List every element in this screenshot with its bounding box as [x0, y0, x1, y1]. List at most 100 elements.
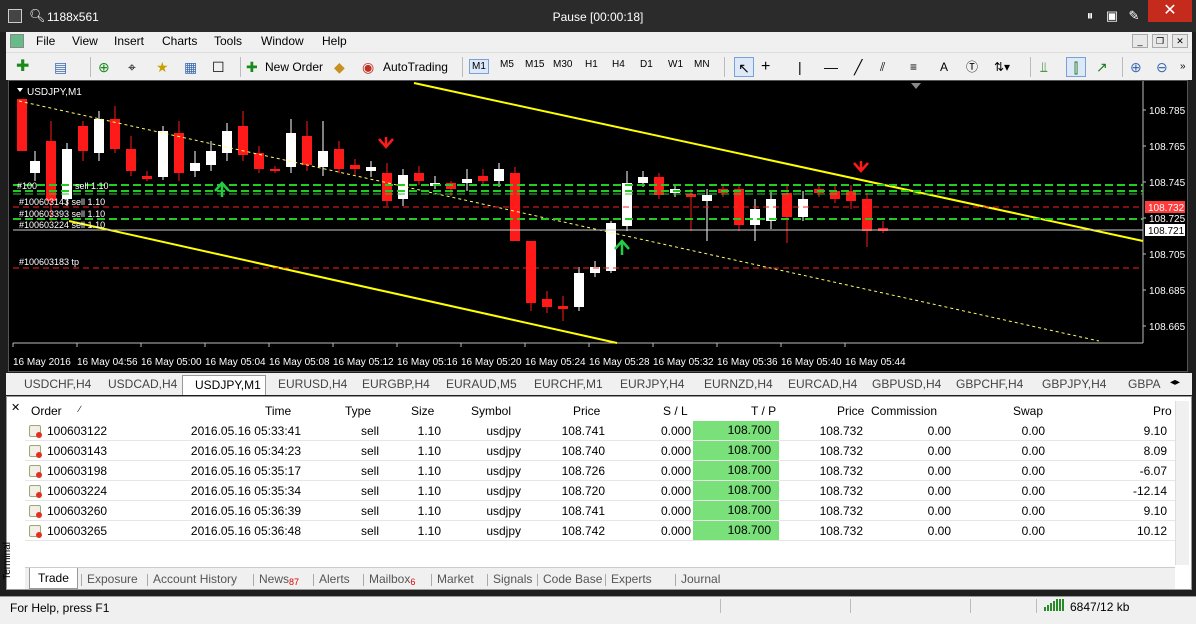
terminal-tab[interactable]: Exposure: [87, 572, 138, 586]
zoom-out-icon[interactable]: ⊖: [1156, 57, 1168, 77]
table-row[interactable]: 100603260 2016.05.16 05:36:39 sell 1.10 usdj…: [25, 501, 1175, 521]
chart-tab[interactable]: USDCAD,H4: [96, 375, 182, 395]
table-row[interactable]: 100603224 2016.05.16 05:35:34 sell 1.10 usdj…: [25, 481, 1175, 501]
trendline-icon[interactable]: ╱: [854, 57, 862, 77]
terminal-tab[interactable]: News87: [259, 572, 299, 587]
cell-tp[interactable]: 108.700: [693, 521, 779, 540]
cell-tp[interactable]: 108.700: [693, 501, 779, 520]
close-chart-button[interactable]: ✕: [1172, 34, 1188, 48]
menu-insert[interactable]: Insert: [114, 34, 144, 48]
line-chart-icon[interactable]: ↗: [1096, 57, 1108, 77]
timeframe-m1[interactable]: M1: [469, 59, 489, 74]
terminal-tab[interactable]: Alerts: [319, 572, 350, 586]
metaeditor-icon[interactable]: ◆: [334, 57, 345, 77]
chart-tab[interactable]: EURCAD,H4: [776, 375, 860, 395]
data-window-icon[interactable]: ★: [156, 57, 169, 77]
pause-icon[interactable]: ⏸: [1082, 8, 1098, 24]
chart-tab[interactable]: GBPUSD,H4: [860, 375, 944, 395]
col-order[interactable]: Order: [31, 404, 62, 418]
timeframe-d1[interactable]: D1: [640, 59, 653, 70]
terminal-tab[interactable]: Trade: [29, 568, 78, 589]
chart-tab[interactable]: EURNZD,H4: [692, 375, 776, 395]
terminal-tab[interactable]: Account History: [153, 572, 237, 586]
timeframe-h4[interactable]: H4: [612, 59, 625, 70]
text-tool-icon[interactable]: A: [940, 57, 948, 77]
new-chart-icon[interactable]: ✚: [16, 57, 29, 77]
market-watch-icon[interactable]: ⊕: [98, 57, 110, 77]
terminal-tab[interactable]: Mailbox6: [369, 572, 415, 587]
col-profit[interactable]: Pro: [1153, 404, 1172, 418]
timeframe-h1[interactable]: H1: [585, 59, 598, 70]
terminal-scrollbar[interactable]: [1175, 401, 1189, 565]
close-icon[interactable]: ✕: [1148, 0, 1192, 22]
col-swap[interactable]: Swap: [1013, 404, 1043, 418]
cell-tp[interactable]: 108.700: [693, 461, 779, 480]
strategy-tester-icon[interactable]: ☐: [212, 57, 225, 77]
zoom-in-icon[interactable]: ⊕: [1130, 57, 1142, 77]
terminal-tab[interactable]: Market: [437, 572, 474, 586]
pen-icon[interactable]: ✎: [1126, 8, 1142, 24]
table-row[interactable]: 100603198 2016.05.16 05:35:17 sell 1.10 usdj…: [25, 461, 1175, 481]
timeframe-m5[interactable]: M5: [500, 59, 514, 70]
new-order-button[interactable]: New Order: [265, 57, 323, 77]
camera-icon[interactable]: ▣: [1104, 8, 1120, 24]
cell-tp[interactable]: 108.700: [693, 441, 779, 460]
tab-scroll-icon[interactable]: ◂▸: [1170, 377, 1180, 388]
col-tp[interactable]: T / P: [751, 404, 776, 418]
autotrading-icon[interactable]: ◉: [362, 57, 374, 77]
cursor-icon[interactable]: ↖: [734, 57, 754, 77]
crosshair-icon[interactable]: +: [761, 57, 770, 77]
table-row[interactable]: 100603143 2016.05.16 05:34:23 sell 1.10 usdj…: [25, 441, 1175, 461]
candlestick-icon[interactable]: ⫿: [1066, 57, 1086, 77]
fibonacci-icon[interactable]: ≡: [910, 57, 917, 77]
col-sl[interactable]: S / L: [663, 404, 688, 418]
minimize-chart-button[interactable]: _: [1132, 34, 1148, 48]
menu-tools[interactable]: Tools: [214, 34, 242, 48]
chart-tab[interactable]: EURAUD,M5: [434, 375, 522, 395]
new-order-icon[interactable]: ✚: [246, 57, 258, 77]
chart-tab[interactable]: EURJPY,H4: [608, 375, 692, 395]
terminal-close-icon[interactable]: ✕: [11, 401, 20, 414]
chart-tab[interactable]: USDJPY,M1: [182, 375, 266, 395]
price-chart[interactable]: 108.785 108.765 108.745 108.725 108.705 108.6…: [8, 80, 1188, 372]
chart-tab[interactable]: USDCHF,H4: [12, 375, 96, 395]
profiles-icon[interactable]: ▤: [54, 57, 67, 77]
menu-file[interactable]: File: [36, 34, 55, 48]
menu-window[interactable]: Window: [261, 34, 304, 48]
table-row[interactable]: 100603122 2016.05.16 05:33:41 sell 1.10 usdj…: [25, 421, 1175, 441]
terminal-tab[interactable]: Journal: [681, 572, 720, 586]
cell-tp[interactable]: 108.700: [693, 421, 779, 440]
timeframe-mn[interactable]: MN: [694, 59, 710, 70]
cell-tp[interactable]: 108.700: [693, 481, 779, 500]
terminal-tab[interactable]: Signals: [493, 572, 532, 586]
col-symbol[interactable]: Symbol: [471, 404, 511, 418]
menu-charts[interactable]: Charts: [162, 34, 197, 48]
chart-tab[interactable]: GBPA: [1116, 375, 1160, 395]
chart-tab[interactable]: GBPCHF,H4: [944, 375, 1030, 395]
chart-canvas[interactable]: 108.785 108.765 108.745 108.725 108.705 108.6…: [9, 81, 1187, 371]
horizontal-line-icon[interactable]: —: [824, 57, 838, 77]
bar-chart-icon[interactable]: ⫫: [1040, 57, 1048, 77]
restore-chart-button[interactable]: ❐: [1152, 34, 1168, 48]
col-size[interactable]: Size: [411, 404, 434, 418]
chart-tab[interactable]: EURCHF,M1: [522, 375, 608, 395]
table-row[interactable]: 100603265 2016.05.16 05:36:48 sell 1.10 usdj…: [25, 521, 1175, 541]
col-current-price[interactable]: Price: [837, 404, 864, 418]
chart-tab[interactable]: EURUSD,H4: [266, 375, 350, 395]
col-time[interactable]: Time: [265, 404, 291, 418]
equidistant-channel-icon[interactable]: ⫽: [880, 57, 885, 77]
col-commission[interactable]: Commission: [871, 404, 937, 418]
autotrading-button[interactable]: AutoTrading: [383, 57, 448, 77]
chart-tab[interactable]: GBPJPY,H4: [1030, 375, 1116, 395]
menu-help[interactable]: Help: [322, 34, 347, 48]
col-type[interactable]: Type: [345, 404, 371, 418]
chart-tab[interactable]: EURGBP,H4: [350, 375, 434, 395]
navigator-icon[interactable]: ⌖: [128, 57, 136, 77]
timeframe-w1[interactable]: W1: [668, 59, 683, 70]
col-price[interactable]: Price: [573, 404, 600, 418]
menu-view[interactable]: View: [72, 34, 98, 48]
timeframe-m30[interactable]: M30: [553, 59, 572, 70]
toolbar-overflow-icon[interactable]: »: [1180, 57, 1186, 77]
timeframe-m15[interactable]: M15: [525, 59, 544, 70]
arrows-icon[interactable]: ⇅▾: [994, 57, 1010, 77]
